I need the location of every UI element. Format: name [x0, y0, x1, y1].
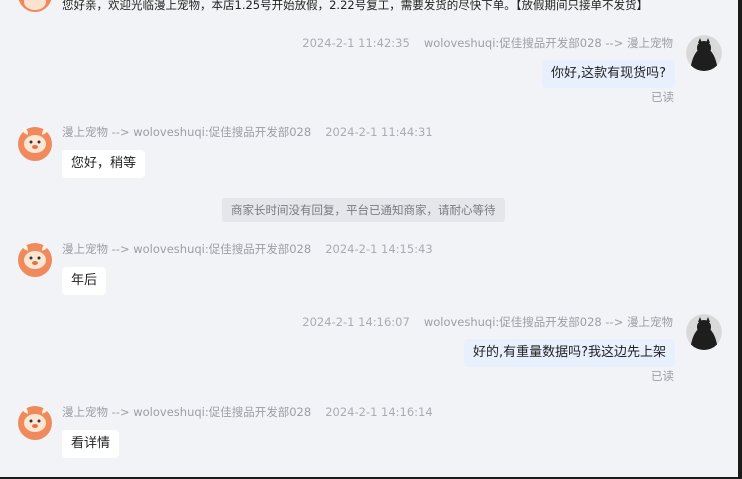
message-meta: 漫上宠物 --> woloveshuqi:促佳搜品开发部028 2024-2-1 …	[62, 405, 433, 419]
message-sender: woloveshuqi:促佳搜品开发部028 --> 漫上宠物	[423, 315, 673, 329]
message-time: 2024-2-1 11:44:31	[325, 125, 433, 139]
system-notice: 商家长时间没有回复，平台已通知商家，请耐心等待	[222, 198, 505, 222]
read-status: 已读	[651, 90, 674, 104]
message-time: 2024-2-1 14:15:43	[325, 242, 433, 256]
message-bubble[interactable]: 年后	[62, 267, 107, 295]
chat-history-panel[interactable]: 您好亲，欢迎光临漫上宠物，本店1.25号开始放假，2.22号复工，需要发货的尽快…	[0, 0, 738, 477]
message-bubble[interactable]: 您好，稍等	[62, 150, 146, 178]
message-bubble[interactable]: 看详情	[62, 430, 120, 458]
top-message-text: 您好亲，欢迎光临漫上宠物，本店1.25号开始放假，2.22号复工，需要发货的尽快…	[62, 0, 648, 12]
message-sender: 漫上宠物 --> woloveshuqi:促佳搜品开发部028	[62, 242, 312, 256]
message-meta: 漫上宠物 --> woloveshuqi:促佳搜品开发部028 2024-2-1 …	[62, 242, 433, 256]
shop-avatar-icon	[18, 0, 52, 12]
window-edge	[738, 0, 742, 479]
message-sender: 漫上宠物 --> woloveshuqi:促佳搜品开发部028	[62, 125, 312, 139]
message-time: 2024-2-1 11:42:35	[302, 36, 410, 50]
message-meta: 2024-2-1 11:42:35 woloveshuqi:促佳搜品开发部028 …	[302, 36, 673, 50]
message-bubble[interactable]: 你好,这款有现货吗?	[541, 60, 675, 88]
message-time: 2024-2-1 14:16:14	[325, 405, 433, 419]
read-status: 已读	[651, 369, 674, 383]
message-bubble[interactable]: 好的,有重量数据吗?我这边先上架	[463, 339, 675, 367]
shop-avatar-icon[interactable]	[18, 406, 52, 440]
message-sender: woloveshuqi:促佳搜品开发部028 --> 漫上宠物	[423, 36, 673, 50]
user-avatar-icon[interactable]	[686, 314, 722, 350]
shop-avatar-icon[interactable]	[18, 243, 52, 277]
message-time: 2024-2-1 14:16:07	[302, 315, 410, 329]
message-meta: 2024-2-1 14:16:07 woloveshuqi:促佳搜品开发部028 …	[302, 315, 673, 329]
message-sender: 漫上宠物 --> woloveshuqi:促佳搜品开发部028	[62, 405, 312, 419]
user-avatar-icon[interactable]	[686, 35, 722, 71]
shop-avatar-icon[interactable]	[18, 127, 52, 161]
message-meta: 漫上宠物 --> woloveshuqi:促佳搜品开发部028 2024-2-1 …	[62, 125, 433, 139]
